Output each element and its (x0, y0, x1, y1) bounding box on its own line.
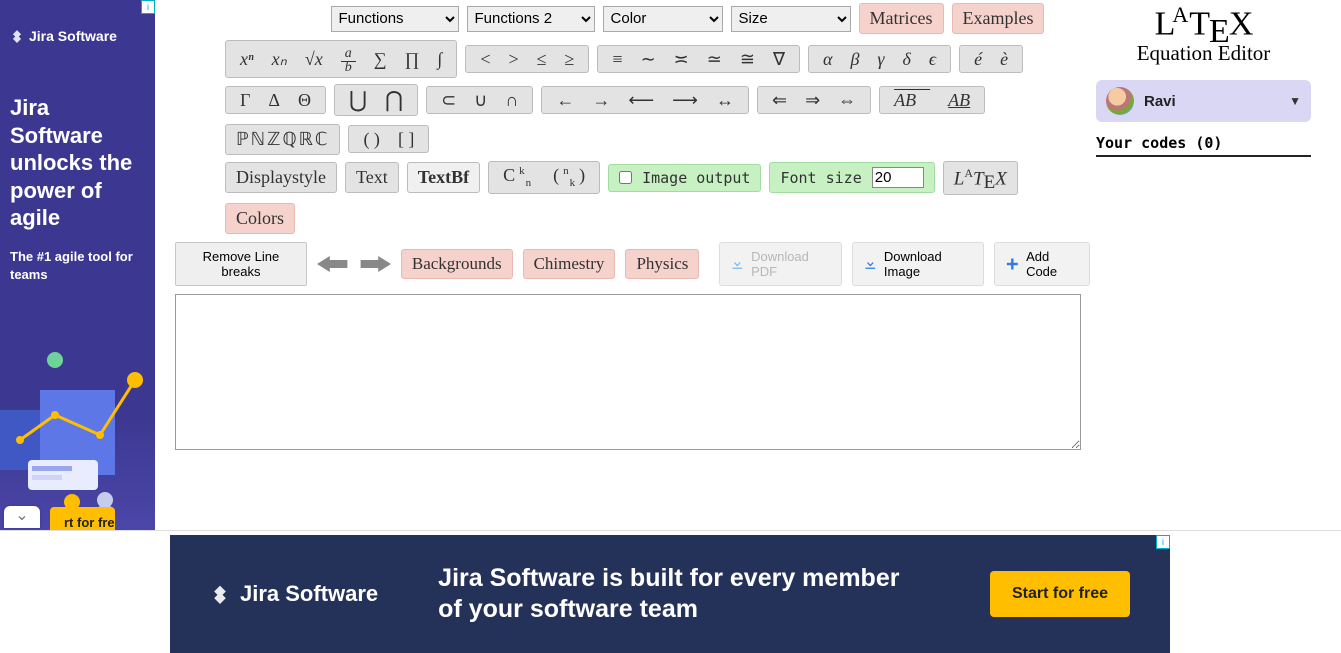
symgroup-double-arrows[interactable]: ⇐⇒⇔ (757, 86, 871, 114)
ad-info-icon[interactable]: i (1156, 535, 1170, 549)
chimestry-button[interactable]: Chimestry (523, 249, 616, 279)
select-functions-2[interactable]: Functions 2 (467, 6, 595, 32)
combinatorics-button[interactable]: Ckn (nk) (488, 161, 600, 194)
symgroup-compare[interactable]: <>≤≥ (465, 45, 589, 73)
text-button[interactable]: Text (345, 162, 399, 193)
symgroup-accents[interactable]: éè (959, 45, 1023, 73)
download-icon (863, 256, 878, 272)
bottom-ad-headline: Jira Software is built for every member … (438, 563, 930, 626)
colors-button[interactable]: Colors (225, 203, 295, 234)
symgroup-sets[interactable]: ⊂∪∩ (426, 86, 533, 114)
latex-editor-textarea[interactable] (175, 294, 1081, 450)
font-size-label: Font size (780, 169, 861, 187)
matrices-button[interactable]: Matrices (859, 3, 944, 34)
textbf-button[interactable]: TextBf (407, 162, 480, 193)
bottom-ad-brand: Jira Software (210, 581, 378, 607)
bottom-ad-cta[interactable]: Start for free (990, 571, 1130, 617)
symbol-row-3: Displaystyle Text TextBf Ckn (nk) Image … (225, 161, 1090, 234)
action-toolbar: Remove Line breaks Backgrounds Chimestry… (175, 242, 1090, 286)
ad-brand: Jira Software (10, 28, 145, 44)
download-image-button[interactable]: Download Image (852, 242, 984, 286)
physics-button[interactable]: Physics (625, 249, 699, 279)
image-output-checkbox[interactable] (619, 171, 632, 184)
ad-subtext: The #1 agile tool for teams (10, 248, 145, 284)
ad-illustration (0, 320, 155, 530)
dropdown-row: Functions Functions 2 Color Size Matrice… (285, 3, 1090, 34)
download-pdf-button[interactable]: Download PDF (719, 242, 842, 286)
plus-icon (1005, 256, 1020, 272)
symgroup-arrows[interactable]: ←→⟵⟶↔ (541, 86, 749, 114)
chevron-down-icon: ▼ (1289, 94, 1301, 108)
remove-linebreaks-button[interactable]: Remove Line breaks (175, 242, 307, 286)
displaystyle-button[interactable]: Displaystyle (225, 162, 337, 193)
latex-button[interactable]: LATEX (943, 161, 1018, 195)
ad-collapse-chevron-icon[interactable]: ⌄ (4, 506, 40, 528)
add-code-button[interactable]: Add Code (994, 242, 1090, 286)
latex-logo: LATEX (1096, 2, 1311, 43)
ad-cta-partial[interactable]: rt for free (50, 507, 115, 530)
symgroup-vectors[interactable]: AB⃗AB (879, 86, 985, 114)
examples-button[interactable]: Examples (952, 3, 1045, 34)
right-panel: LATEX Equation Editor Ravi ▼ Your codes … (1096, 2, 1311, 157)
your-codes-header: Your codes (0) (1096, 134, 1311, 157)
bottom-ad[interactable]: i Jira Software Jira Software is built f… (170, 535, 1170, 653)
app-subtitle: Equation Editor (1096, 41, 1311, 66)
symbol-row-1: xⁿxₙ√xab∑∏∫ <>≤≥ ≡∼≍≃≅∇ αβγδϵ éè (225, 40, 1090, 78)
select-size[interactable]: Size (731, 6, 851, 32)
backgrounds-button[interactable]: Backgrounds (401, 249, 513, 279)
symgroup-relations[interactable]: ≡∼≍≃≅∇ (597, 45, 800, 73)
undo-button[interactable] (317, 252, 349, 276)
symgroup-greek-lower[interactable]: αβγδϵ (808, 45, 951, 73)
select-functions[interactable]: Functions (331, 6, 459, 32)
symgroup-basic[interactable]: xⁿxₙ√xab∑∏∫ (225, 40, 457, 78)
select-color[interactable]: Color (603, 6, 723, 32)
main-panel: Functions Functions 2 Color Size Matrice… (175, 3, 1090, 453)
user-menu[interactable]: Ravi ▼ (1096, 80, 1311, 122)
symgroup-brackets[interactable]: ( )[ ] (348, 125, 429, 153)
symgroup-bigops[interactable]: ⋃⋂ (334, 84, 418, 116)
ad-info-icon[interactable]: i (141, 0, 155, 14)
ad-headline: Jira Software unlocks the power of agile (10, 94, 145, 232)
image-output-toggle[interactable]: Image output (608, 164, 761, 192)
avatar (1106, 87, 1134, 115)
symbol-row-2: ΓΔΘ ⋃⋂ ⊂∪∩ ←→⟵⟶↔ ⇐⇒⇔ AB⃗AB ℙℕℤℚℝℂ ( )[ ] (225, 84, 1090, 155)
symgroup-greek-upper[interactable]: ΓΔΘ (225, 86, 326, 114)
symgroup-number-sets[interactable]: ℙℕℤℚℝℂ (225, 124, 340, 155)
redo-button[interactable] (359, 252, 391, 276)
font-size-control[interactable]: Font size (769, 162, 934, 193)
separator (0, 530, 1341, 531)
sidebar-ad[interactable]: i Jira Software Jira Software unlocks th… (0, 0, 155, 530)
font-size-input[interactable] (872, 167, 924, 188)
user-name: Ravi (1144, 93, 1279, 110)
download-icon (730, 256, 745, 272)
